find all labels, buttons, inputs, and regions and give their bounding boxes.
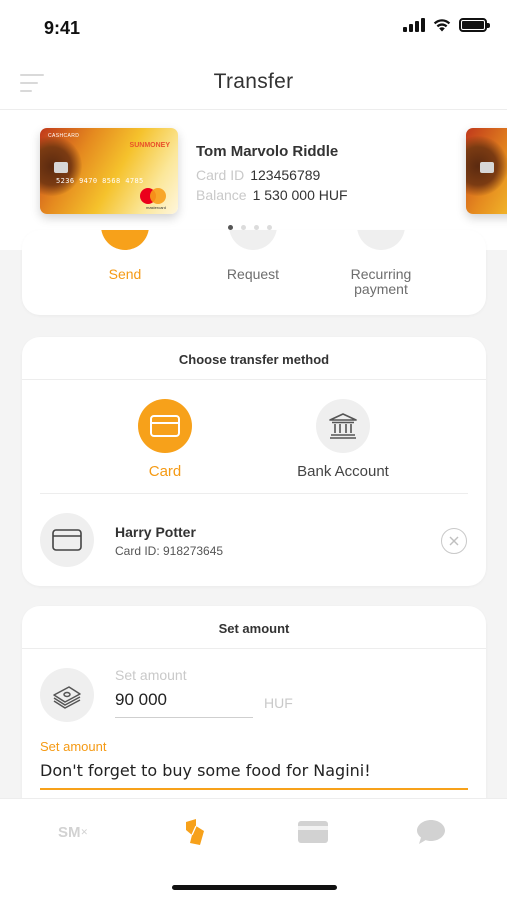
transfer-actions: Send Request Recurring payment: [22, 230, 486, 315]
battery-icon: [459, 18, 490, 32]
card-id-label: Card ID: [196, 167, 245, 183]
cellular-signal-icon: [403, 18, 425, 32]
request-action[interactable]: Request: [198, 230, 308, 315]
mastercard-logo: [140, 188, 166, 204]
card-brand-logo: SUNMONEY: [129, 142, 170, 149]
amount-field-label: Set amount: [115, 667, 187, 683]
send-icon: [101, 230, 149, 250]
transfer-method-panel: Choose transfer method Card Bank Account: [22, 337, 486, 586]
currency-label: HUF: [264, 695, 293, 711]
tab-transfer[interactable]: [175, 817, 215, 847]
tab-cards[interactable]: [293, 817, 333, 847]
remove-recipient-button[interactable]: [441, 528, 467, 554]
recipient-card-icon: [40, 513, 94, 567]
balance-label: Balance: [196, 187, 247, 203]
balance-row: Balance 1 530 000 HUF: [196, 187, 348, 203]
card-label: CASHCARD: [48, 133, 80, 139]
sunmoney-logo-icon: SM: [57, 823, 81, 841]
recipient-name: Harry Potter: [115, 524, 196, 540]
chat-bubble-icon: [417, 820, 445, 844]
send-label: Send: [108, 266, 142, 282]
page-title: Transfer: [213, 70, 294, 93]
nav-bar: Transfer: [0, 58, 507, 110]
card-id-value: 123456789: [250, 167, 321, 183]
bank-card[interactable]: CASHCARD SUNMONEY 5236 9470 8568 4785 ma…: [40, 128, 178, 214]
card-number: 5236 9470 8568 4785: [56, 177, 144, 185]
card-id-row: Card ID 123456789: [196, 167, 320, 183]
send-action[interactable]: Send: [70, 230, 180, 315]
bank-icon: [316, 399, 370, 453]
set-amount-title: Set amount: [218, 621, 290, 636]
card-holder-name: Tom Marvolo Riddle: [196, 143, 339, 160]
bank-account-method-label: Bank Account: [297, 463, 389, 480]
card-icon: [298, 821, 328, 843]
card-chip: [480, 162, 494, 173]
set-amount-panel: Set amount Set amount HUF Set amount: [22, 606, 486, 816]
request-icon: [229, 230, 277, 250]
money-stack-icon: [40, 668, 94, 722]
tab-sunmoney[interactable]: SM ✕: [53, 817, 93, 847]
card-method-option[interactable]: Card: [90, 399, 240, 480]
wifi-icon: [433, 19, 451, 32]
amount-input[interactable]: [115, 688, 253, 718]
status-icons: [403, 18, 490, 32]
transfer-icon: [186, 819, 204, 845]
recurring-icon: [357, 230, 405, 250]
close-icon: [449, 536, 459, 546]
tab-bar: SM ✕: [0, 798, 507, 900]
bank-account-method-option[interactable]: Bank Account: [268, 399, 418, 480]
card-chip: [54, 162, 68, 173]
recurring-label: Recurring payment: [350, 266, 412, 297]
mastercard-text: mastercard: [145, 205, 166, 210]
tab-messages[interactable]: [411, 817, 451, 847]
note-input[interactable]: [40, 759, 468, 790]
transfer-method-title: Choose transfer method: [178, 352, 330, 367]
note-field-label: Set amount: [40, 739, 107, 754]
card-icon: [138, 399, 192, 453]
home-indicator: [172, 885, 337, 890]
divider: [22, 648, 486, 649]
card-method-label: Card: [148, 463, 182, 480]
request-label: Request: [226, 266, 280, 282]
divider: [22, 379, 486, 380]
recurring-payment-action[interactable]: Recurring payment: [326, 230, 436, 315]
recipient-card-id: Card ID: 918273645: [115, 544, 224, 558]
status-bar: 9:41: [0, 0, 507, 58]
divider: [40, 493, 468, 494]
balance-value: 1 530 000 HUF: [252, 187, 348, 203]
card-carousel[interactable]: CASHCARD SUNMONEY 5236 9470 8568 4785 ma…: [0, 110, 507, 250]
next-bank-card[interactable]: [466, 128, 507, 214]
status-time: 9:41: [44, 18, 81, 38]
